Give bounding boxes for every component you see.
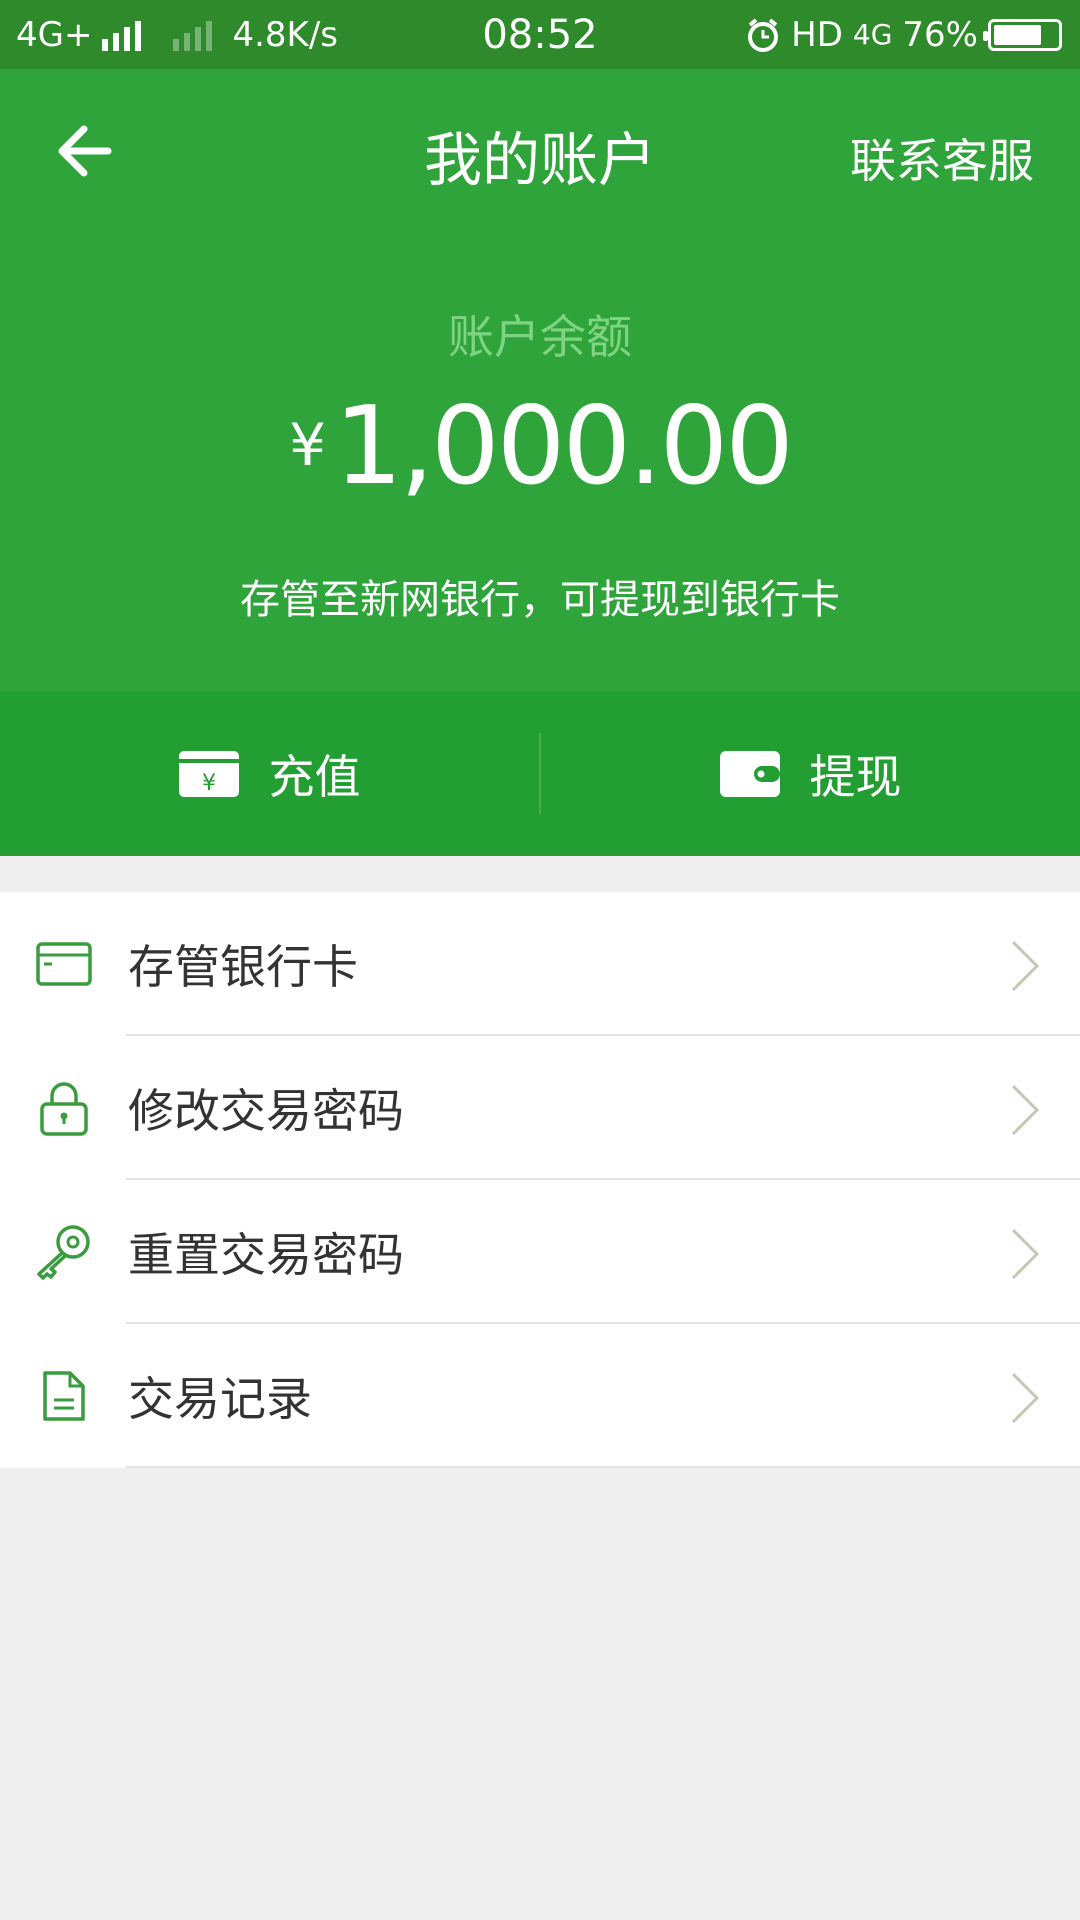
balance-amount: ¥1,000.00 (0, 384, 1080, 509)
signal-secondary-icon (173, 19, 213, 51)
hd-indicator: HD (791, 14, 843, 55)
recharge-button[interactable]: ¥ 充值 (0, 691, 539, 856)
withdraw-label: 提现 (809, 749, 902, 804)
row-separator (126, 1466, 1080, 1468)
contact-service-button[interactable]: 联系客服 (850, 125, 1034, 191)
recharge-label: 充值 (268, 749, 361, 804)
menu-label: 修改交易密码 (128, 1084, 404, 1138)
bank-card-icon (36, 942, 92, 986)
balance-value: 1,000.00 (333, 384, 794, 509)
account-menu: 存管银行卡 修改交易密码 重置交易密码 交易记录 (0, 892, 1080, 1468)
wallet-icon (719, 750, 780, 797)
network-type-2: 4G (852, 18, 893, 51)
status-bar: 4G+ 4.8K/s 08:52 HD 4G 76% (0, 0, 1080, 69)
currency-symbol: ¥ (289, 411, 326, 479)
svg-text:¥: ¥ (202, 771, 216, 796)
chevron-right-icon (1011, 940, 1040, 992)
nav-bar: 我的账户 联系客服 (0, 69, 1080, 233)
withdraw-button[interactable]: 提现 (541, 691, 1080, 856)
menu-item-transaction-records[interactable]: 交易记录 (0, 1324, 1080, 1468)
alarm-icon (748, 17, 779, 52)
recharge-icon: ¥ (178, 750, 239, 797)
menu-item-reset-password[interactable]: 重置交易密码 (0, 1180, 1080, 1324)
chevron-right-icon (1011, 1228, 1040, 1280)
menu-label: 存管银行卡 (128, 940, 358, 994)
status-left: 4G+ 4.8K/s (16, 0, 338, 69)
action-bar: ¥ 充值 提现 (0, 691, 1080, 856)
chevron-right-icon (1011, 1084, 1040, 1136)
chevron-right-icon (1011, 1372, 1040, 1424)
menu-item-bank-card[interactable]: 存管银行卡 (0, 892, 1080, 1036)
document-icon (43, 1371, 85, 1421)
menu-item-change-password[interactable]: 修改交易密码 (0, 1036, 1080, 1180)
status-time: 08:52 (482, 11, 598, 58)
account-header: 我的账户 联系客服 账户余额 ¥1,000.00 存管至新网银行，可提现到银行卡 (0, 69, 1080, 691)
battery-percent: 76% (902, 14, 978, 55)
menu-label: 交易记录 (128, 1372, 312, 1426)
lock-icon (40, 1082, 88, 1136)
status-right: HD 4G 76% (745, 0, 1062, 69)
custody-note: 存管至新网银行，可提现到银行卡 (240, 577, 840, 623)
signal-icon (102, 19, 142, 51)
battery-icon (983, 18, 1062, 51)
network-speed: 4.8K/s (232, 14, 339, 55)
key-icon (37, 1225, 90, 1280)
network-type: 4G+ (16, 14, 93, 55)
menu-label: 重置交易密码 (128, 1228, 404, 1282)
balance-label: 账户余额 (448, 310, 632, 364)
